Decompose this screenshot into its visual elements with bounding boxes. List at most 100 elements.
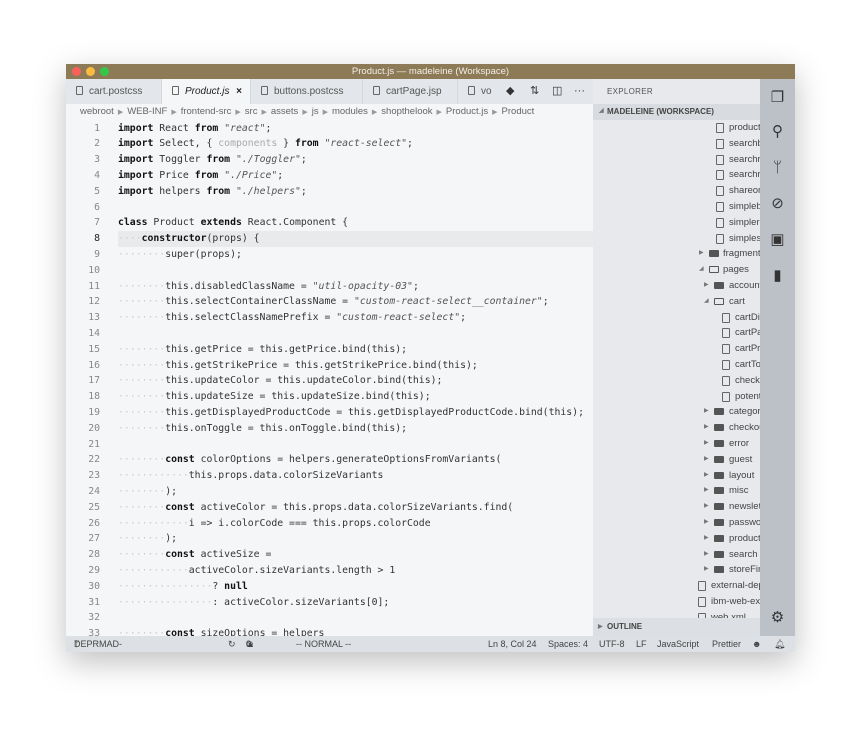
git-compare-icon[interactable]: ◆ <box>506 79 514 104</box>
chevron-right-icon[interactable]: ▶ <box>704 515 709 531</box>
code-editor[interactable]: 1 import React from "react"; 2 import Selec… <box>66 120 593 636</box>
breadcrumb-item[interactable]: Product.js <box>446 106 488 117</box>
line-number: 15 <box>88 343 100 355</box>
file-icon <box>716 186 724 197</box>
file-item[interactable]: cartPromotionsDis... <box>593 341 760 357</box>
file-item[interactable]: cartTotalsDisplay.jsp <box>593 357 760 373</box>
chevron-right-icon[interactable]: ▶ <box>704 562 709 578</box>
file-item[interactable]: ibm-web-ext.xmi <box>593 594 760 610</box>
chevron-right-icon[interactable]: ▶ <box>699 246 704 262</box>
search-icon[interactable]: ⚲ <box>769 123 786 140</box>
bookmark-icon[interactable]: ▮ <box>769 267 786 284</box>
file-item[interactable]: searchresultslistco... <box>593 167 760 183</box>
file-item[interactable]: simpleresponsiveba... <box>593 215 760 231</box>
file-item[interactable]: cartDisplay.jsp <box>593 310 760 326</box>
source-control-icon[interactable]: ᛘ <box>769 159 786 176</box>
bell-icon[interactable]: 🔔︎ <box>774 636 785 652</box>
chevron-right-icon[interactable]: ▶ <box>704 531 709 547</box>
folder-item[interactable]: ▶ product <box>593 531 760 547</box>
file-icon <box>722 375 730 386</box>
tab-vo[interactable]: vo <box>458 79 498 104</box>
close-tab-icon[interactable]: × <box>236 79 242 104</box>
formatter[interactable]: Prettier <box>712 636 741 652</box>
chevron-down-icon[interactable]: ◢ <box>699 262 704 278</box>
folder-item[interactable]: ▶ guest <box>593 452 760 468</box>
gear-icon[interactable]: ⚙ <box>769 609 786 626</box>
file-item[interactable]: searchresultsgridco... <box>593 152 760 168</box>
file-item[interactable]: potentialPromotion... <box>593 389 760 405</box>
extensions-icon[interactable]: ▣ <box>769 231 786 248</box>
file-item[interactable]: external-dependencies.... <box>593 578 760 594</box>
folder-item[interactable]: ▶ fragments <box>593 246 760 262</box>
item-label: simplesuggestionco... <box>729 232 760 244</box>
folder-item[interactable]: ▶ password <box>593 515 760 531</box>
file-item[interactable]: cartPage.jsp <box>593 325 760 341</box>
file-item[interactable]: searchboxcompone... <box>593 136 760 152</box>
breadcrumb-item[interactable]: js <box>312 106 319 117</box>
folder-item[interactable]: ◢ cart <box>593 294 760 310</box>
folder-icon <box>714 471 724 479</box>
chevron-right-icon[interactable]: ▶ <box>704 420 709 436</box>
file-item[interactable]: productvariantselec... <box>593 120 760 136</box>
chevron-right-icon[interactable]: ▶ <box>704 483 709 499</box>
tab-product-js[interactable]: Product.js × <box>162 79 251 104</box>
file-item[interactable]: simplesuggestionco... <box>593 231 760 247</box>
language-mode[interactable]: JavaScript <box>657 636 699 652</box>
debug-icon[interactable]: ⊘ <box>769 195 786 212</box>
chevron-right-icon[interactable]: ▶ <box>704 436 709 452</box>
chevron-right-icon[interactable]: ▶ <box>704 278 709 294</box>
breadcrumb-item[interactable]: shopthelook <box>381 106 432 117</box>
folder-item[interactable]: ◢ pages <box>593 262 760 278</box>
file-item[interactable]: shareonsocialnetwo... <box>593 183 760 199</box>
explorer-icon[interactable]: ❐ <box>769 89 786 106</box>
file-item[interactable]: simplebannercompo... <box>593 199 760 215</box>
chevron-right-icon[interactable]: ▶ <box>704 404 709 420</box>
folder-item[interactable]: ▶ account <box>593 278 760 294</box>
breadcrumb-item[interactable]: WEB-INF <box>127 106 167 117</box>
workspace-section-header[interactable]: ◢ MADELEINE (WORKSPACE) <box>593 104 760 120</box>
chevron-right-icon[interactable]: ▶ <box>704 452 709 468</box>
breadcrumb-item[interactable]: webroot <box>80 106 114 117</box>
folder-item[interactable]: ▶ search <box>593 547 760 563</box>
sync-icon[interactable]: ↻ <box>228 636 236 652</box>
encoding[interactable]: UTF-8 <box>599 636 625 652</box>
folder-item[interactable]: ▶ misc <box>593 483 760 499</box>
folder-item[interactable]: ▶ storeFinder <box>593 562 760 578</box>
line-ending[interactable]: LF <box>636 636 647 652</box>
feedback-icon[interactable]: ☻ <box>752 636 761 652</box>
tab-cartpage-jsp[interactable]: cartPage.jsp <box>363 79 458 104</box>
chevron-right-icon[interactable]: ▶ <box>704 499 709 515</box>
tab-cart-postcss[interactable]: cart.postcss <box>66 79 162 104</box>
tab-buttons-postcss[interactable]: buttons.postcss <box>251 79 363 104</box>
indentation[interactable]: Spaces: 4 <box>548 636 588 652</box>
outline-section-header[interactable]: ▶ OUTLINE <box>593 618 760 636</box>
code-line: ········const activeSize = <box>118 549 272 561</box>
open-changes-icon[interactable]: ⇅ <box>530 79 539 104</box>
breadcrumb-item[interactable]: frontend-src <box>181 106 232 117</box>
folder-icon <box>709 250 719 258</box>
chevron-right-icon[interactable]: ▶ <box>704 547 709 563</box>
line-number: 2 <box>94 138 100 150</box>
close-window-button[interactable] <box>72 67 81 76</box>
file-item[interactable]: checkoutDisplay.jsp <box>593 373 760 389</box>
chevron-right-icon[interactable]: ▶ <box>704 468 709 484</box>
breadcrumb-item[interactable]: assets <box>271 106 298 117</box>
folder-item[interactable]: ▶ error <box>593 436 760 452</box>
folder-item[interactable]: ▶ newsletter <box>593 499 760 515</box>
item-label: error <box>729 438 750 449</box>
minimize-window-button[interactable] <box>86 67 95 76</box>
folder-item[interactable]: ▶ layout <box>593 468 760 484</box>
breadcrumb-item[interactable]: modules <box>332 106 368 117</box>
split-editor-icon[interactable]: ◫ <box>552 79 562 104</box>
chevron-down-icon[interactable]: ◢ <box>704 294 709 310</box>
cursor-position[interactable]: Ln 8, Col 24 <box>488 636 537 652</box>
item-label: fragments <box>723 248 760 260</box>
item-label: storeFinder <box>729 564 760 576</box>
breadcrumb-item[interactable]: src <box>245 106 258 117</box>
folder-item[interactable]: ▶ checkout <box>593 420 760 436</box>
maximize-window-button[interactable] <box>100 67 109 76</box>
file-icon <box>716 123 724 133</box>
breadcrumb-item[interactable]: Product <box>502 106 535 117</box>
folder-item[interactable]: ▶ category <box>593 404 760 420</box>
more-icon[interactable]: ··· <box>574 79 585 104</box>
